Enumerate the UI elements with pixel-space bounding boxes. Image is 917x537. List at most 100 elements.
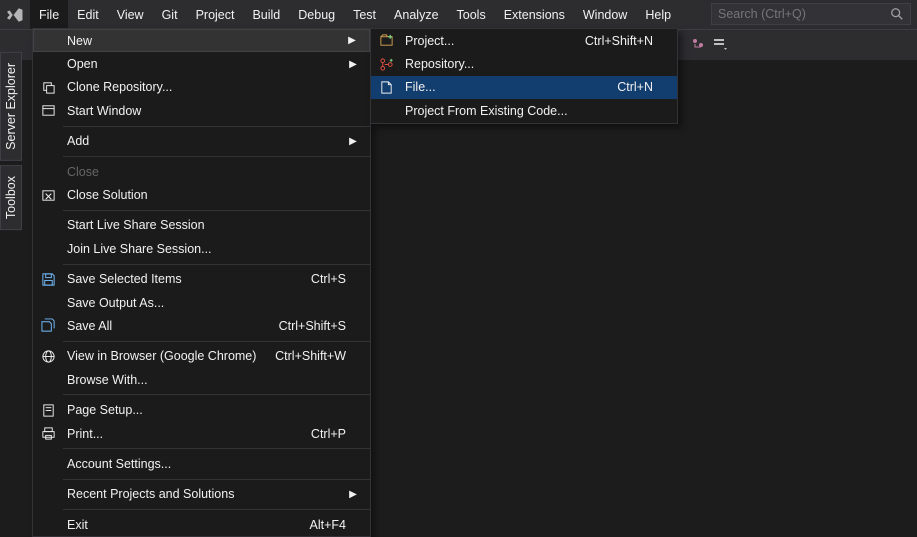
- submenu-arrow-icon: ▶: [345, 35, 359, 46]
- menu-edit-label: Edit: [77, 8, 99, 22]
- menu-project-label: Project: [196, 8, 235, 22]
- side-tab-server-explorer[interactable]: Server Explorer: [0, 52, 22, 161]
- menu-window[interactable]: Window: [574, 0, 636, 29]
- file_menu-save-all[interactable]: Save AllCtrl+Shift+S: [33, 314, 370, 337]
- file_menu-save-selected-items[interactable]: Save Selected ItemsCtrl+S: [33, 268, 370, 291]
- menu-view[interactable]: View: [108, 0, 153, 29]
- file_menu-view-in-browser-google-chrome[interactable]: View in Browser (Google Chrome)Ctrl+Shif…: [33, 345, 370, 368]
- file_menu-separator: [63, 448, 370, 449]
- file_menu-browse-with[interactable]: Browse With...: [33, 368, 370, 391]
- menu-build[interactable]: Build: [243, 0, 289, 29]
- file_menu-separator: [63, 210, 370, 211]
- side-tab-toolbox[interactable]: Toolbox: [0, 165, 22, 230]
- browser-icon: [33, 349, 63, 364]
- file_menu-save-output-as[interactable]: Save Output As...: [33, 291, 370, 314]
- file_menu-separator: [63, 126, 370, 127]
- new_submenu-label: Project...: [401, 34, 573, 48]
- file_menu-label: Start Window: [63, 104, 346, 118]
- file_menu-label: Add: [63, 134, 346, 148]
- clone-icon: [33, 80, 63, 95]
- file_menu-label: Clone Repository...: [63, 80, 346, 94]
- save-all-icon: [33, 318, 63, 333]
- menu-debug-label: Debug: [298, 8, 335, 22]
- menu-extensions-label: Extensions: [504, 8, 565, 22]
- new_submenu-repository[interactable]: Repository...: [371, 52, 677, 75]
- menu-help[interactable]: Help: [636, 0, 680, 29]
- file_menu-label: Browse With...: [63, 373, 346, 387]
- file_menu-account-settings[interactable]: Account Settings...: [33, 452, 370, 475]
- page-icon: [33, 403, 63, 418]
- file-menu-dropdown: New▶Open▶Clone Repository...Start Window…: [32, 28, 371, 537]
- menu-file-label: File: [39, 8, 59, 22]
- file_menu-label: Close Solution: [63, 188, 346, 202]
- menu-test[interactable]: Test: [344, 0, 385, 29]
- file_menu-separator: [63, 264, 370, 265]
- side-tabs: Server Explorer Toolbox: [0, 52, 22, 234]
- search-input[interactable]: [718, 7, 890, 21]
- menu-file[interactable]: File: [30, 0, 68, 29]
- new-submenu: Project...Ctrl+Shift+NRepository...File.…: [370, 28, 678, 124]
- menu-extensions[interactable]: Extensions: [495, 0, 574, 29]
- new_submenu-label: File...: [401, 80, 605, 94]
- file_menu-label: Save All: [63, 319, 267, 333]
- file_menu-open[interactable]: Open▶: [33, 52, 370, 75]
- file_menu-start-window[interactable]: Start Window: [33, 99, 370, 122]
- new_submenu-label: Project From Existing Code...: [401, 104, 653, 118]
- menu-tools[interactable]: Tools: [448, 0, 495, 29]
- file_menu-shortcut: Ctrl+S: [299, 272, 346, 286]
- toolbar-dropdown-icon[interactable]: [712, 36, 728, 52]
- file_menu-label: Print...: [63, 427, 299, 441]
- save-icon: [33, 272, 63, 287]
- file_menu-label: Account Settings...: [63, 457, 346, 471]
- menu-git[interactable]: Git: [153, 0, 187, 29]
- new_submenu-project-from-existing-code[interactable]: Project From Existing Code...: [371, 99, 677, 122]
- file_menu-shortcut: Ctrl+P: [299, 427, 346, 441]
- file_menu-exit[interactable]: ExitAlt+F4: [33, 513, 370, 536]
- file_menu-label: View in Browser (Google Chrome): [63, 349, 263, 363]
- new_submenu-file[interactable]: File...Ctrl+N: [371, 76, 677, 99]
- side-tab-server-explorer-label: Server Explorer: [4, 63, 18, 150]
- file_menu-page-setup[interactable]: Page Setup...: [33, 398, 370, 421]
- new_submenu-shortcut: Ctrl+N: [605, 80, 653, 94]
- menu-analyze-label: Analyze: [394, 8, 438, 22]
- file_menu-print[interactable]: Print...Ctrl+P: [33, 422, 370, 445]
- file_menu-label: Start Live Share Session: [63, 218, 346, 232]
- close-sol-icon: [33, 188, 63, 203]
- file_menu-label: New: [63, 34, 345, 48]
- menu-help-label: Help: [645, 8, 671, 22]
- file_menu-add[interactable]: Add▶: [33, 130, 370, 153]
- menu-git-label: Git: [162, 8, 178, 22]
- file_menu-close-solution[interactable]: Close Solution: [33, 183, 370, 206]
- menu-bar: File Edit View Git Project Build Debug T…: [0, 0, 917, 30]
- menu-edit[interactable]: Edit: [68, 0, 108, 29]
- new_submenu-project[interactable]: Project...Ctrl+Shift+N: [371, 29, 677, 52]
- menu-debug[interactable]: Debug: [289, 0, 344, 29]
- window-icon: [33, 103, 63, 118]
- side-tab-toolbox-label: Toolbox: [4, 176, 18, 219]
- menu-view-label: View: [117, 8, 144, 22]
- file_menu-join-live-share-session[interactable]: Join Live Share Session...: [33, 237, 370, 260]
- search-icon: [890, 7, 904, 21]
- menu-build-label: Build: [252, 8, 280, 22]
- search-box[interactable]: [711, 3, 911, 25]
- file_menu-new[interactable]: New▶: [33, 29, 370, 52]
- file_menu-clone-repository[interactable]: Clone Repository...: [33, 76, 370, 99]
- file_menu-separator: [63, 341, 370, 342]
- menu-tools-label: Tools: [457, 8, 486, 22]
- menu-project[interactable]: Project: [187, 0, 244, 29]
- file_menu-recent-projects-and-solutions[interactable]: Recent Projects and Solutions▶: [33, 483, 370, 506]
- file_menu-label: Join Live Share Session...: [63, 242, 346, 256]
- file_menu-separator: [63, 394, 370, 395]
- file_menu-label: Save Output As...: [63, 296, 346, 310]
- print-icon: [33, 426, 63, 441]
- submenu-arrow-icon: ▶: [346, 136, 360, 147]
- file_menu-start-live-share-session[interactable]: Start Live Share Session: [33, 214, 370, 237]
- file_menu-separator: [63, 479, 370, 480]
- file_menu-label: Open: [63, 57, 346, 71]
- menu-analyze[interactable]: Analyze: [385, 0, 447, 29]
- submenu-arrow-icon: ▶: [346, 59, 360, 70]
- toolbar-live-share-icon[interactable]: [690, 36, 706, 52]
- file-icon: [371, 80, 401, 95]
- menu-test-label: Test: [353, 8, 376, 22]
- file_menu-close: Close: [33, 160, 370, 183]
